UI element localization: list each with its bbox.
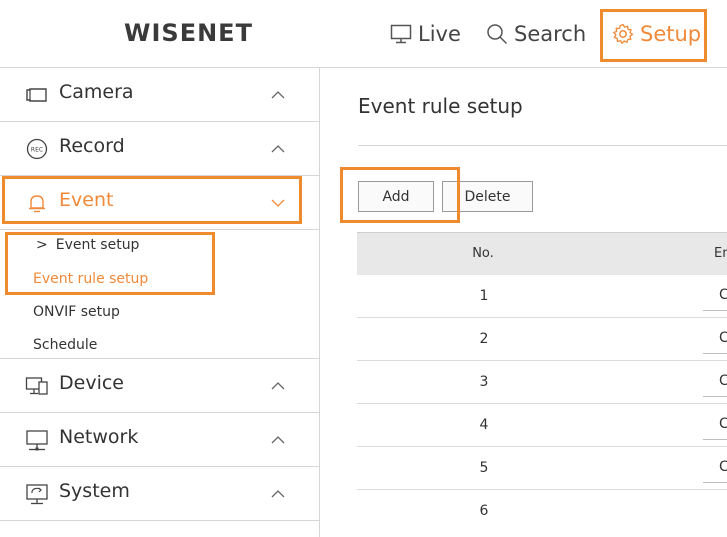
table-row[interactable]: 2 C — [357, 318, 727, 361]
row-number: 5 — [479, 460, 489, 476]
title-divider — [358, 145, 727, 146]
search-icon — [487, 24, 508, 45]
sidebar-item-camera[interactable]: Camera — [0, 68, 319, 122]
row-enable-select[interactable]: C — [703, 369, 727, 397]
sidebar-item-system[interactable]: System — [0, 467, 319, 521]
chevron-right-icon: > — [36, 237, 48, 253]
submenu-event-rule-setup[interactable]: Event rule setup — [33, 271, 148, 287]
wisenet-logo: WISENET — [124, 19, 253, 47]
main-content: Event rule setup Add Delete No. En 1 C 2… — [320, 68, 727, 537]
chevron-down-icon — [271, 199, 285, 207]
row-enable-select[interactable]: C — [703, 283, 727, 311]
nav-setup[interactable]: Setup — [612, 0, 701, 68]
table-row[interactable]: 6 — [357, 490, 727, 533]
row-number: 2 — [479, 331, 489, 347]
sidebar: Camera REC Record Event > Event setup Eve… — [0, 68, 320, 537]
rec-icon: REC — [25, 137, 49, 161]
row-number: 4 — [479, 417, 489, 433]
sidebar-item-label: Network — [59, 426, 139, 448]
nav-live-label: Live — [418, 22, 461, 46]
event-submenu: > Event setup Event rule setup ONVIF setu… — [0, 228, 319, 359]
submenu-schedule[interactable]: Schedule — [33, 337, 97, 353]
table-row[interactable]: 5 C — [357, 447, 727, 490]
chevron-up-icon — [271, 382, 285, 390]
nav-setup-label: Setup — [640, 22, 702, 46]
delete-button[interactable]: Delete — [442, 181, 533, 212]
bell-icon — [25, 191, 49, 215]
table-row[interactable]: 1 C — [357, 275, 727, 318]
row-enable-select[interactable]: C — [703, 412, 727, 440]
gear-icon — [613, 23, 634, 44]
row-number: 1 — [479, 288, 489, 304]
chevron-up-icon — [271, 436, 285, 444]
monitor-icon — [390, 24, 412, 44]
row-enable-select[interactable]: C — [703, 326, 727, 354]
row-enable-select[interactable]: C — [703, 455, 727, 483]
chevron-up-icon — [271, 490, 285, 498]
submenu-onvif-setup[interactable]: ONVIF setup — [33, 304, 120, 320]
system-icon — [25, 482, 49, 506]
chevron-up-icon — [271, 91, 285, 99]
sidebar-item-network[interactable]: Network — [0, 413, 319, 467]
column-header-enable: En — [714, 246, 727, 261]
camera-icon — [25, 83, 49, 107]
submenu-label: Event setup — [55, 237, 140, 253]
event-rule-table: No. En 1 C 2 C 3 C 4 C 5 C 6 — [357, 232, 727, 533]
nav-search[interactable]: Search — [486, 0, 586, 68]
device-icon — [25, 374, 49, 398]
column-header-no: No. — [472, 246, 494, 261]
add-button[interactable]: Add — [358, 181, 434, 212]
submenu-event-setup[interactable]: > Event setup — [36, 237, 139, 253]
sidebar-item-label: Device — [59, 372, 124, 394]
table-header: No. En — [357, 232, 727, 275]
row-number: 3 — [479, 374, 489, 390]
nav-live[interactable]: Live — [390, 0, 461, 68]
table-row[interactable]: 3 C — [357, 361, 727, 404]
chevron-up-icon — [271, 145, 285, 153]
rec-icon-text: REC — [31, 147, 43, 154]
sidebar-item-label: Camera — [59, 81, 134, 103]
top-header: WISENET Live Search Setup — [0, 0, 727, 68]
sidebar-item-device[interactable]: Device — [0, 359, 319, 413]
sidebar-item-event[interactable]: Event — [0, 176, 319, 230]
sidebar-item-label: System — [59, 480, 130, 502]
sidebar-item-label: Record — [59, 135, 125, 157]
table-row[interactable]: 4 C — [357, 404, 727, 447]
network-icon — [25, 428, 49, 452]
nav-search-label: Search — [514, 22, 587, 46]
sidebar-item-record[interactable]: REC Record — [0, 122, 319, 176]
row-number: 6 — [479, 503, 489, 519]
page-title: Event rule setup — [358, 94, 523, 118]
sidebar-item-label: Event — [59, 189, 114, 211]
